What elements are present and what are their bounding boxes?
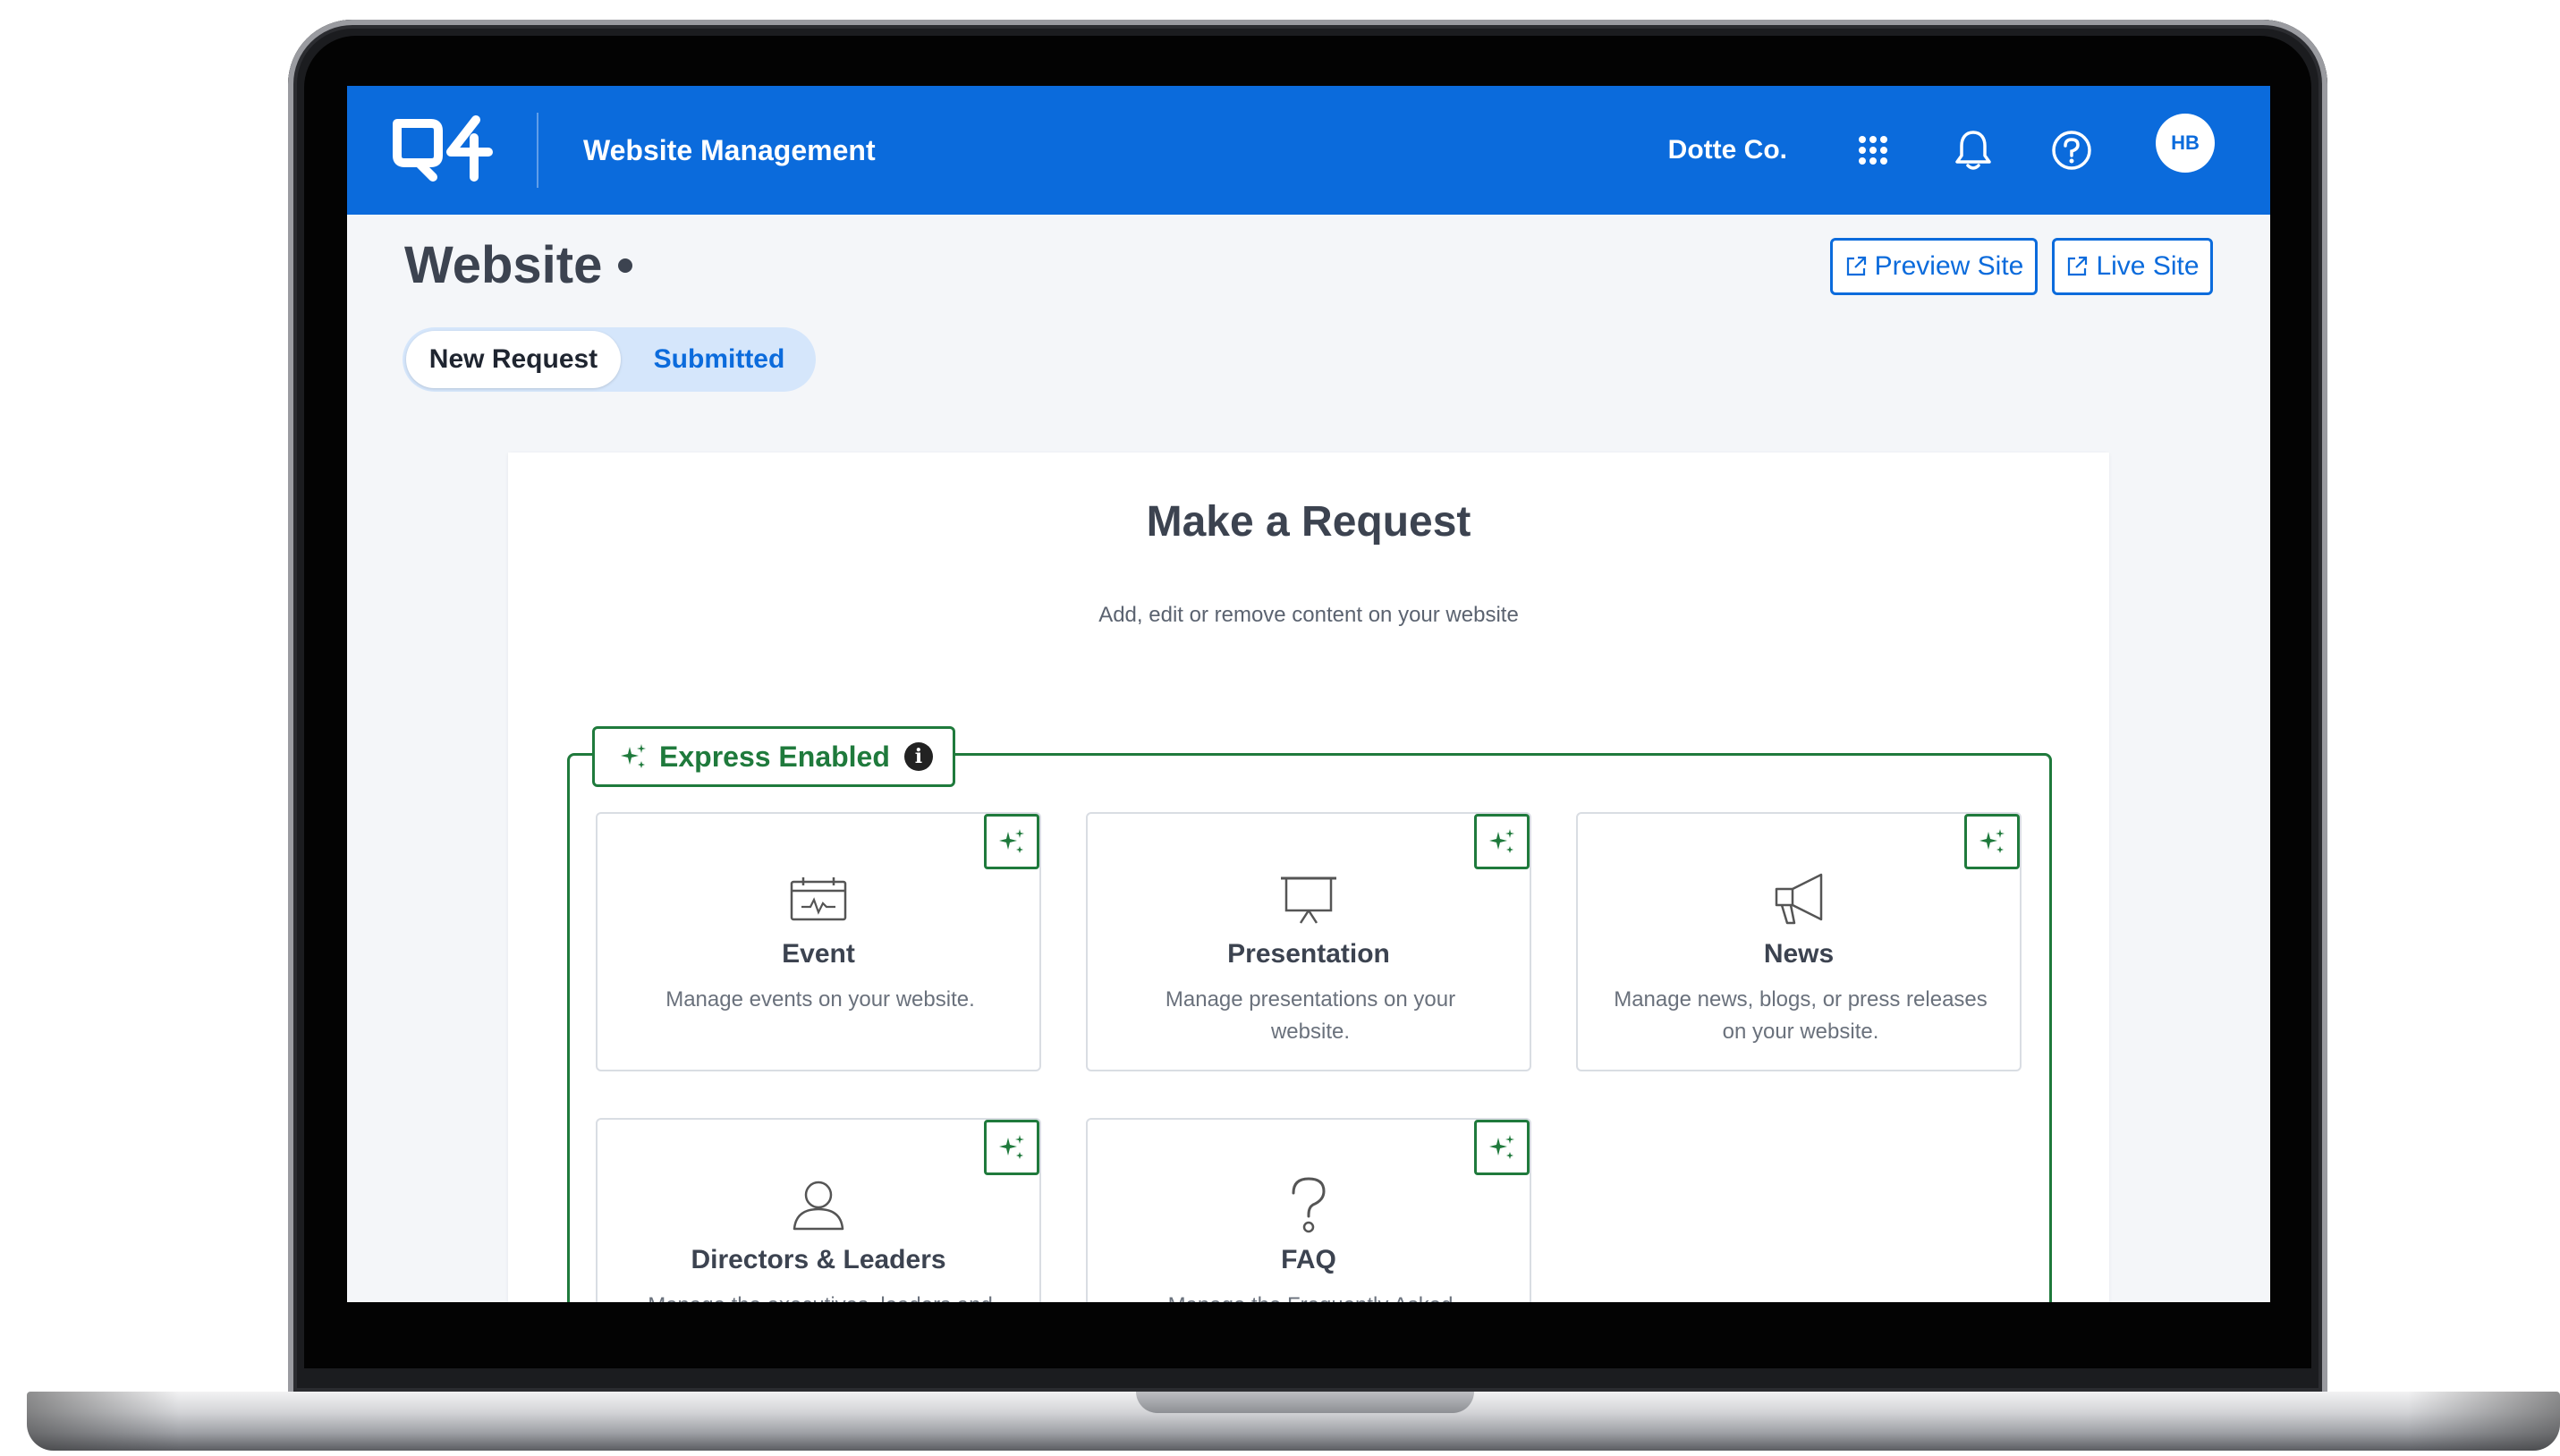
sparkle-icon [999,829,1024,853]
request-card-faq[interactable]: FAQ Manage the Frequently Asked Question… [1086,1118,1531,1302]
card-description: Manage the executives, leaders and direc… [633,1290,1007,1302]
tab-submitted[interactable]: Submitted [626,331,812,388]
make-request-panel: Make a Request Add, edit or remove conte… [508,453,2109,1302]
q4-logo[interactable] [388,111,496,186]
person-icon [598,1173,1039,1236]
sparkle-icon [1489,829,1514,853]
calendar-icon [598,868,1039,930]
request-card-news[interactable]: News Manage news, blogs, or press releas… [1576,812,2022,1071]
sparkle-icon [999,1135,1024,1159]
user-avatar[interactable]: HB [2156,114,2215,173]
unsaved-indicator-dot [618,258,633,273]
megaphone-icon [1578,868,2020,930]
panel-title: Make a Request [1146,498,1471,546]
express-enabled-text: Express Enabled [659,740,890,773]
card-description: Manage news, blogs, or press releases on… [1614,987,1988,1044]
express-sparkle-badge [1474,1120,1530,1175]
preview-site-label: Preview Site [1874,251,2024,281]
panel-subtitle: Add, edit or remove content on your webs… [1098,603,1519,627]
express-sparkle-badge [984,1120,1039,1175]
topbar-divider [537,113,538,188]
external-link-icon [1846,256,1866,276]
request-card-directors-leaders[interactable]: Directors & Leaders Manage the executive… [596,1118,1041,1302]
page-title: Website [404,234,633,297]
card-description: Manage presentations on your website. [1165,987,1456,1044]
top-navigation-bar: Website Management Dotte Co. HB [347,86,2270,215]
info-icon[interactable]: i [903,742,933,771]
card-title: FAQ [1281,1245,1336,1274]
page-title-text: Website [404,236,603,294]
card-title: Presentation [1227,939,1390,969]
card-description: Manage events on your website. [665,987,975,1012]
card-title: News [1763,939,1835,969]
request-card-presentation[interactable]: Presentation Manage presentations on you… [1086,812,1531,1071]
card-description: Manage the Frequently Asked Questions on… [1123,1290,1497,1302]
company-switcher[interactable]: Dotte Co. [1599,86,1787,215]
express-sparkle-badge [984,814,1039,869]
tab-new-request[interactable]: New Request [406,331,621,388]
preview-site-button[interactable]: Preview Site [1830,238,2038,295]
sparkle-icon [621,744,646,768]
request-tabs: New Request Submitted [403,327,816,392]
express-sparkle-badge [1474,814,1530,869]
live-site-label: Live Site [2096,251,2200,281]
request-card-event[interactable]: Event Manage events on your website. [596,812,1041,1071]
question-icon [1088,1173,1530,1236]
express-sparkle-badge [1964,814,2020,869]
external-link-icon [2068,256,2088,276]
bell-icon[interactable] [1946,123,2000,177]
apps-grid-icon[interactable] [1846,123,1900,177]
card-title: Directors & Leaders [691,1245,946,1274]
app-screen: Website Management Dotte Co. HB Website … [347,86,2270,1302]
presentation-board-icon [1088,868,1530,930]
sparkle-icon [1979,829,2005,853]
express-enabled-label: Express Enabled i [592,726,955,787]
live-site-button[interactable]: Live Site [2052,238,2213,295]
app-title: Website Management [583,134,876,166]
help-icon[interactable] [2045,123,2098,177]
sparkle-icon [1489,1135,1514,1159]
card-title: Event [782,939,855,969]
laptop-notch [1136,1392,1474,1413]
